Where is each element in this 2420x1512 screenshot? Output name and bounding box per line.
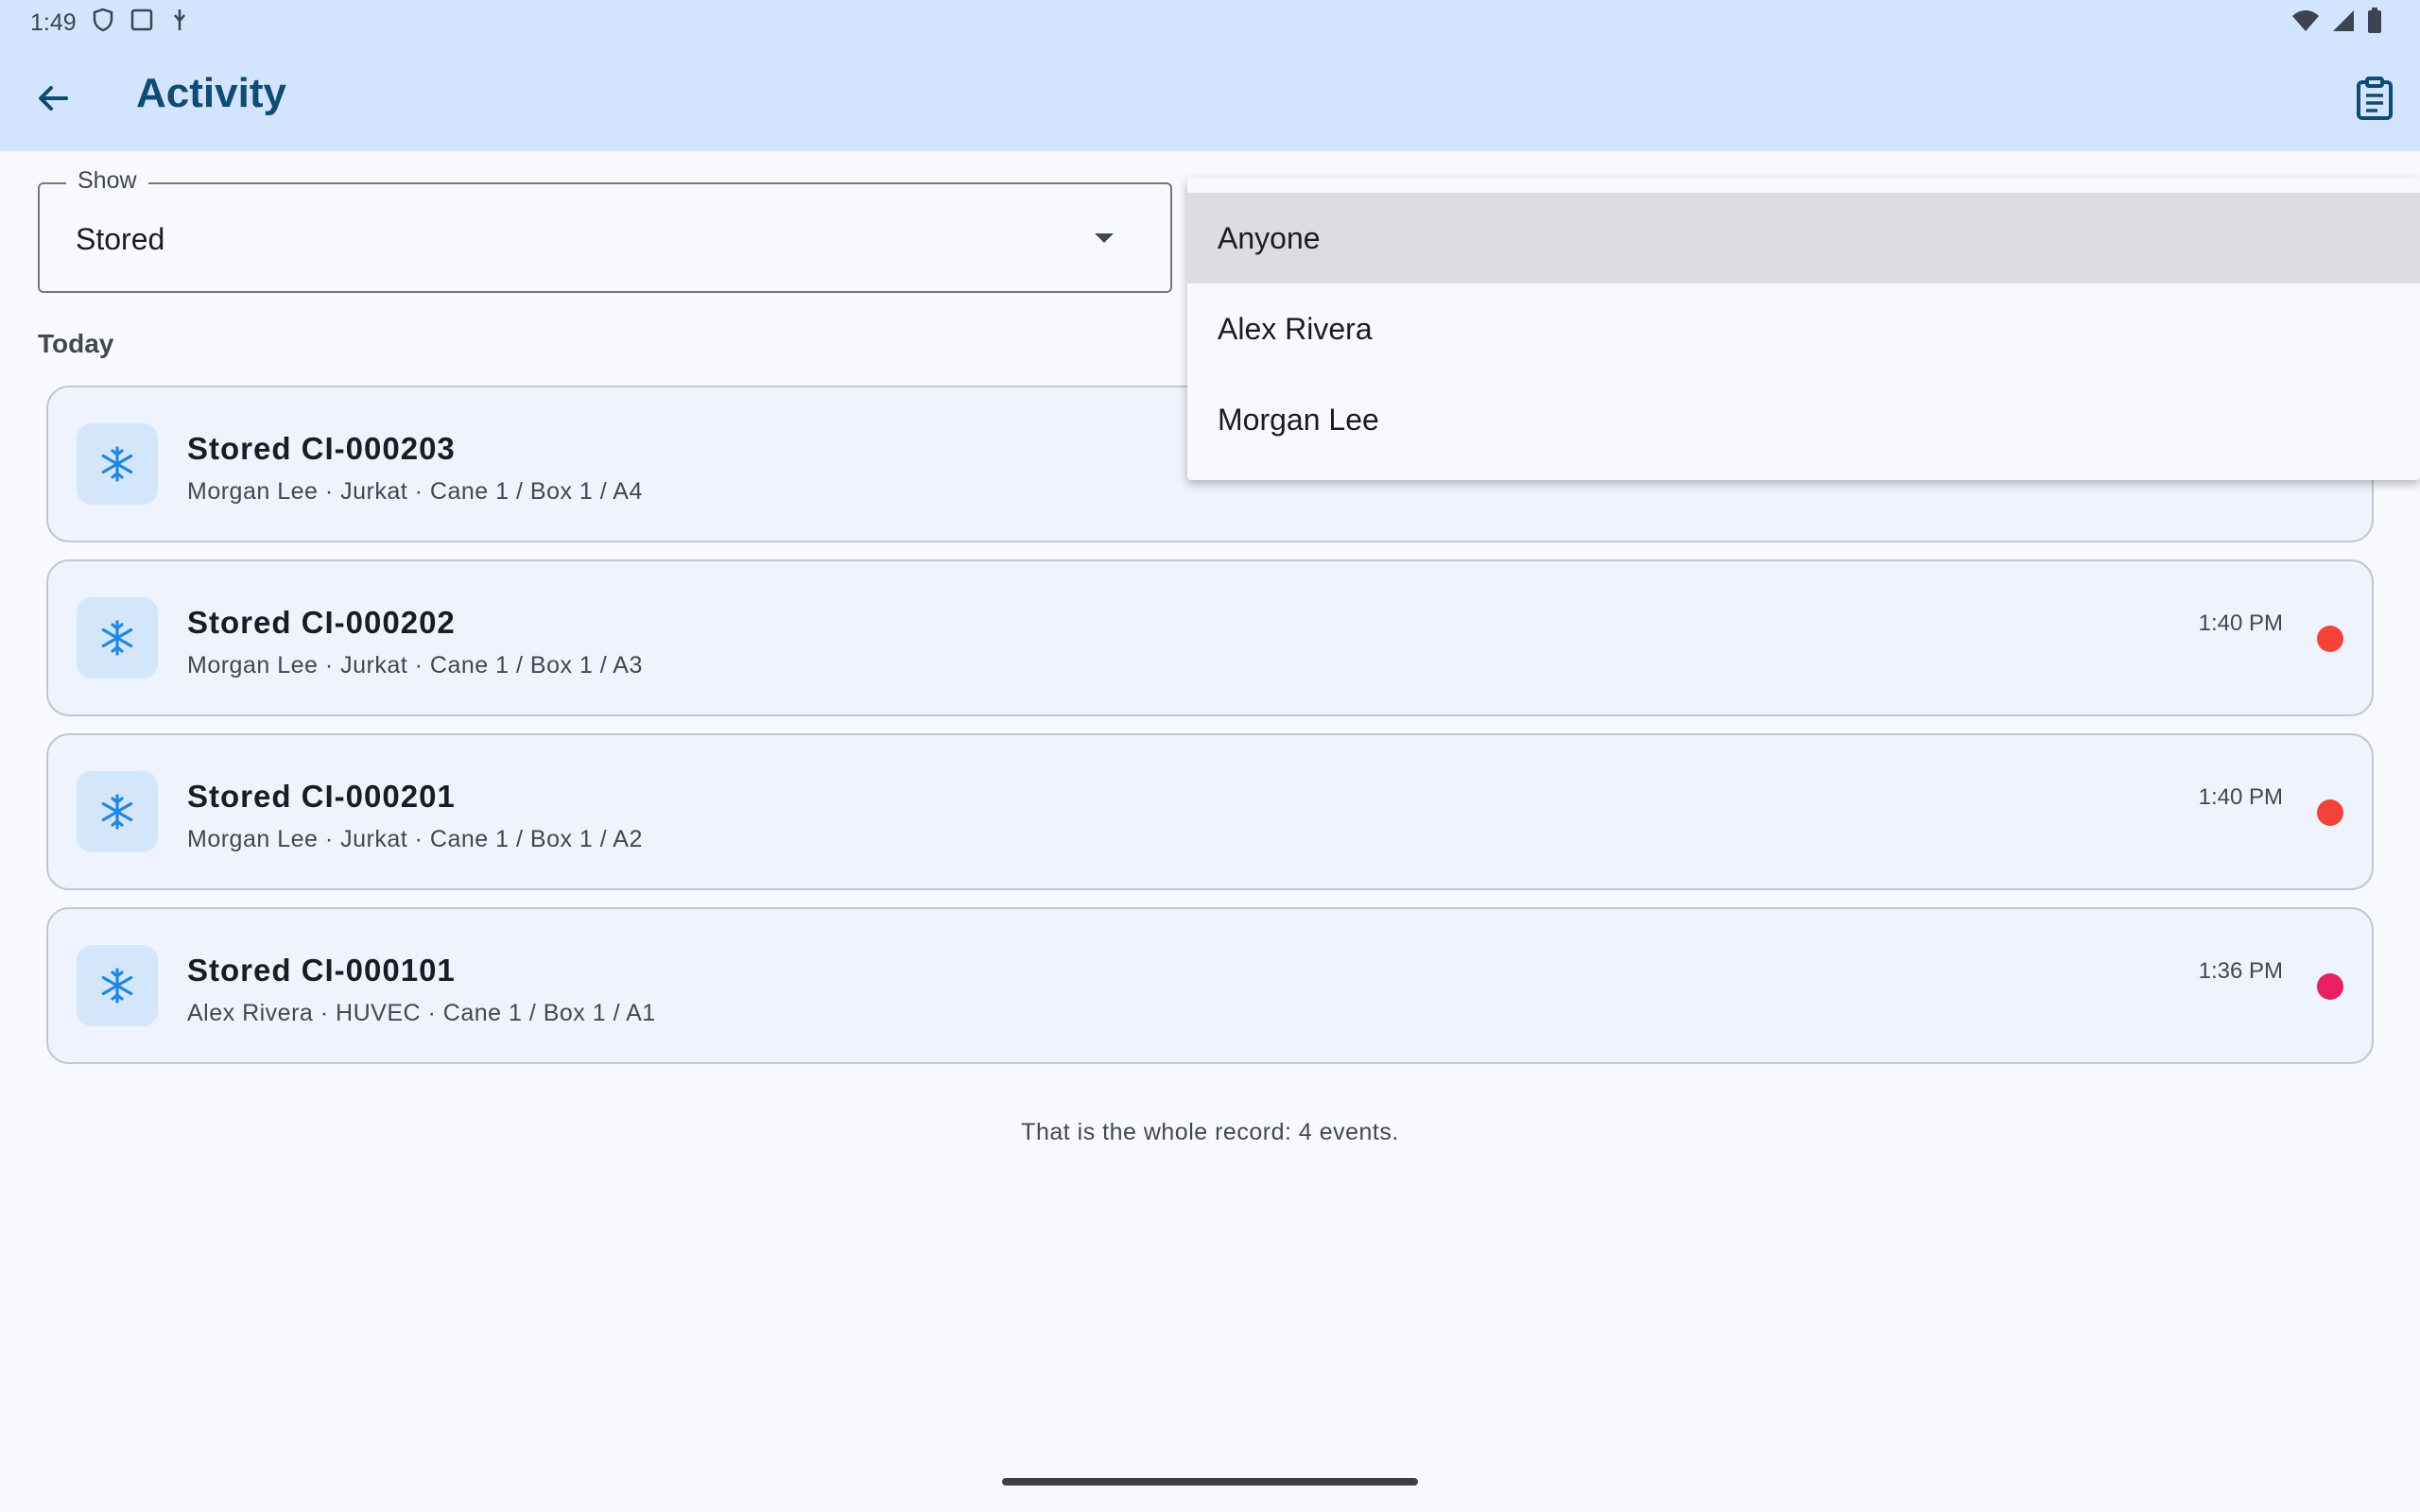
dropdown-option-anyone[interactable]: Anyone bbox=[1187, 193, 2420, 284]
event-subtitle: Morgan Lee · Jurkat · Cane 1 / Box 1 / A… bbox=[187, 652, 643, 679]
event-title: Stored CI-000203 bbox=[187, 431, 456, 466]
event-time: 1:40 PM bbox=[2198, 784, 2283, 810]
screen-icon bbox=[130, 8, 154, 39]
snowflake-icon bbox=[77, 771, 158, 852]
app-bar: Activity bbox=[0, 45, 2420, 151]
battery-icon bbox=[2367, 8, 2382, 41]
signal-icon bbox=[2331, 9, 2356, 40]
event-subtitle: Morgan Lee · Jurkat · Cane 1 / Box 1 / A… bbox=[187, 826, 643, 852]
status-time: 1:49 bbox=[30, 9, 77, 36]
event-time: 1:36 PM bbox=[2198, 958, 2283, 984]
event-card[interactable]: Stored CI-000201 Morgan Lee · Jurkat · C… bbox=[46, 733, 2374, 890]
event-card[interactable]: Stored CI-000101 Alex Rivera · HUVEC · C… bbox=[46, 907, 2374, 1064]
wifi-icon bbox=[2291, 9, 2320, 40]
shield-icon bbox=[92, 8, 114, 39]
show-filter-value: Stored bbox=[76, 222, 165, 256]
show-filter-field[interactable]: Show Stored bbox=[38, 167, 1172, 293]
dropdown-option-alex-rivera[interactable]: Alex Rivera bbox=[1187, 284, 2420, 374]
status-dot bbox=[2317, 973, 2343, 1000]
snowflake-icon bbox=[77, 597, 158, 679]
status-dot bbox=[2317, 799, 2343, 826]
clipboard-button[interactable] bbox=[2348, 72, 2401, 125]
event-time: 1:40 PM bbox=[2198, 610, 2283, 636]
snowflake-icon bbox=[77, 423, 158, 505]
caret-down-icon bbox=[1095, 233, 1114, 243]
event-title: Stored CI-000201 bbox=[187, 779, 456, 814]
page-title: Activity bbox=[136, 70, 286, 116]
snowflake-icon bbox=[77, 945, 158, 1026]
section-title-today: Today bbox=[38, 329, 114, 358]
dropdown-option-morgan-lee[interactable]: Morgan Lee bbox=[1187, 374, 2420, 465]
clipboard-icon bbox=[2357, 77, 2393, 120]
person-dropdown-menu: Anyone Alex Rivera Morgan Lee bbox=[1187, 178, 2420, 480]
event-subtitle: Alex Rivera · HUVEC · Cane 1 / Box 1 / A… bbox=[187, 1000, 656, 1026]
usb-icon bbox=[169, 8, 190, 39]
arrow-back-icon bbox=[39, 86, 68, 111]
show-filter-label: Show bbox=[66, 167, 148, 195]
event-subtitle: Morgan Lee · Jurkat · Cane 1 / Box 1 / A… bbox=[187, 478, 643, 505]
back-button[interactable] bbox=[28, 74, 78, 123]
event-card[interactable]: Stored CI-000202 Morgan Lee · Jurkat · C… bbox=[46, 559, 2374, 716]
status-dot bbox=[2317, 626, 2343, 652]
home-indicator[interactable] bbox=[1002, 1478, 1418, 1486]
event-title: Stored CI-000101 bbox=[187, 953, 456, 988]
event-title: Stored CI-000202 bbox=[187, 605, 456, 640]
footer-note: That is the whole record: 4 events. bbox=[1021, 1119, 1399, 1145]
status-bar: 1:49 bbox=[0, 0, 2420, 45]
